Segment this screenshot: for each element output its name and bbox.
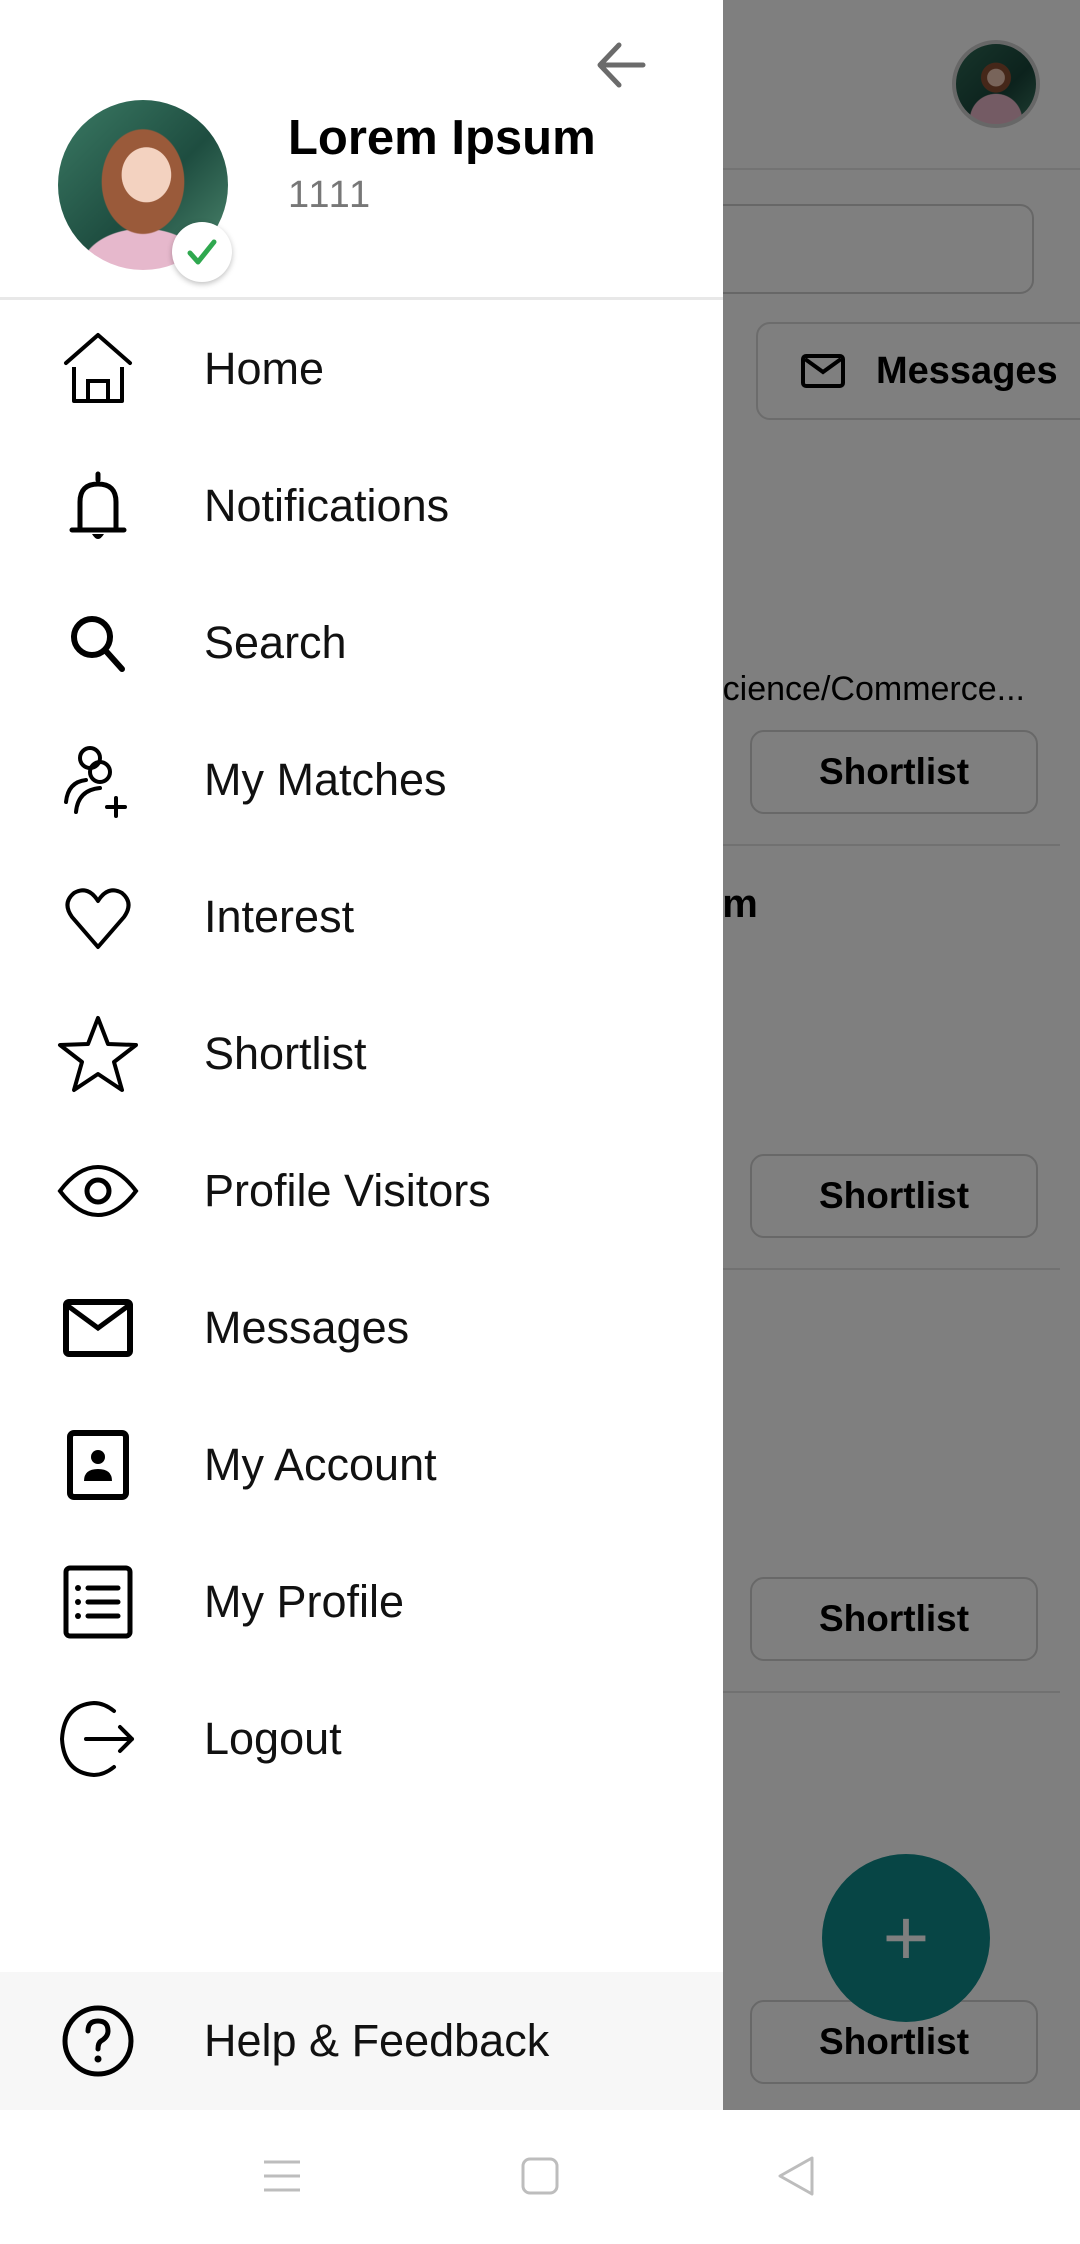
drawer-menu: Home Notifications Search My Matches Int… [0,300,723,1807]
home-square-icon [521,2157,559,2195]
back-triangle-icon [778,2156,814,2196]
arrow-left-icon [597,42,646,88]
list-icon [48,1552,148,1652]
check-icon [187,239,217,265]
back-nav-button[interactable] [766,2146,826,2206]
search-icon [48,593,148,693]
bell-icon [48,456,148,556]
recents-icon [264,2160,300,2192]
menu-item-label: My Matches [204,753,447,805]
menu-item-logout[interactable]: Logout [0,1670,723,1807]
menu-item-label: Search [204,616,347,668]
menu-item-search[interactable]: Search [0,574,723,711]
menu-item-label: Messages [204,1301,410,1353]
heart-icon [48,867,148,967]
mail-icon [48,1278,148,1378]
help-circle-icon [48,1991,148,2091]
help-feedback-label: Help & Feedback [204,2015,550,2066]
menu-item-profile-visitors[interactable]: Profile Visitors [0,1122,723,1259]
user-id: 1111 [288,174,373,216]
menu-item-messages[interactable]: Messages [0,1259,723,1396]
menu-item-label: Logout [204,1712,342,1764]
menu-item-my-account[interactable]: My Account [0,1396,723,1533]
recents-button[interactable] [252,2146,312,2206]
home-icon [48,319,148,419]
menu-item-label: Interest [204,890,355,942]
back-button[interactable] [586,30,656,100]
account-box-icon [48,1415,148,1515]
system-navigation-bar [0,2110,1080,2244]
logout-icon [48,1689,148,1789]
user-plus-icon [48,730,148,830]
menu-item-my-matches[interactable]: My Matches [0,711,723,848]
menu-item-home[interactable]: Home [0,300,723,437]
star-icon [48,1004,148,1104]
verified-badge [172,222,232,282]
menu-item-label: Home [204,342,325,394]
menu-item-help-feedback[interactable]: Help & Feedback [0,1972,723,2110]
menu-item-label: My Account [204,1438,437,1490]
menu-item-interest[interactable]: Interest [0,848,723,985]
menu-item-label: Notifications [204,479,450,531]
menu-item-my-profile[interactable]: My Profile [0,1533,723,1670]
menu-item-label: Shortlist [204,1027,367,1079]
user-name: Lorem Ipsum [288,111,596,165]
menu-item-label: My Profile [204,1575,405,1627]
eye-icon [48,1141,148,1241]
navigation-drawer: Lorem Ipsum 1111 Home Notifications Sear… [0,0,723,2110]
home-nav-button[interactable] [510,2146,570,2206]
menu-item-notifications[interactable]: Notifications [0,437,723,574]
menu-item-label: Profile Visitors [204,1164,491,1216]
drawer-header: Lorem Ipsum 1111 [0,0,723,300]
menu-item-shortlist[interactable]: Shortlist [0,985,723,1122]
